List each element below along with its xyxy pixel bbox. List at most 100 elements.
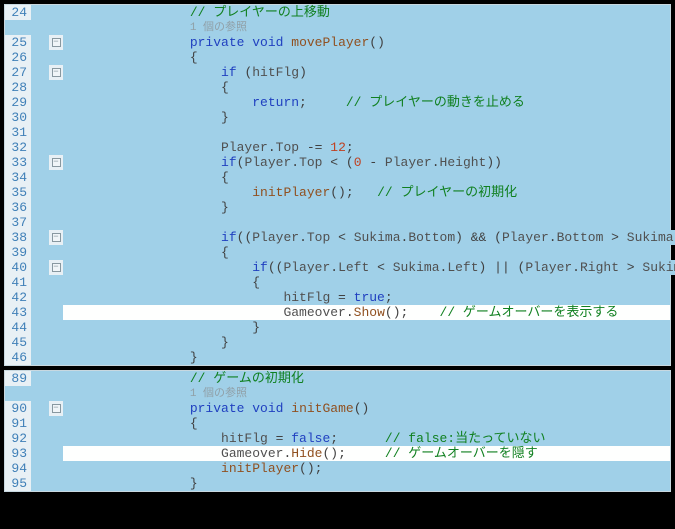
code-line[interactable]: 35 initPlayer(); // プレイヤーの初期化 <box>5 185 670 200</box>
code-line[interactable]: 44 } <box>5 320 670 335</box>
code-line[interactable]: 1 個の参照 <box>5 386 670 401</box>
fold-margin[interactable]: − <box>49 155 63 170</box>
code-content[interactable]: } <box>63 350 670 365</box>
code-line[interactable]: 94 initPlayer(); <box>5 461 670 476</box>
code-content[interactable]: // ゲームの初期化 <box>63 371 670 386</box>
code-content[interactable]: private void movePlayer() <box>63 35 670 50</box>
line-number: 95 <box>5 476 31 491</box>
code-line[interactable]: 91 { <box>5 416 670 431</box>
line-number: 31 <box>5 125 31 140</box>
code-line[interactable]: 41 { <box>5 275 670 290</box>
code-content[interactable]: { <box>63 275 670 290</box>
fold-collapse-icon[interactable]: − <box>52 404 61 413</box>
code-content[interactable]: if(Player.Top < (0 - Player.Height)) <box>63 155 670 170</box>
code-line[interactable]: 90− private void initGame() <box>5 401 670 416</box>
code-line[interactable]: 30 } <box>5 110 670 125</box>
token-plain <box>65 125 73 140</box>
code-content[interactable] <box>63 125 670 140</box>
code-line[interactable]: 31 <box>5 125 670 140</box>
code-editor-pane[interactable]: 89 // ゲームの初期化 1 個の参照90− private void ini… <box>4 370 671 492</box>
code-line[interactable]: 1 個の参照 <box>5 20 670 35</box>
code-line[interactable]: 95 } <box>5 476 670 491</box>
code-line[interactable]: 39 { <box>5 245 670 260</box>
token-plain <box>65 19 190 34</box>
code-line[interactable]: 29 return; // プレイヤーの動きを止める <box>5 95 670 110</box>
code-content[interactable]: hitFlg = false; // false:当たっていない <box>63 431 670 446</box>
code-line[interactable]: 40− if((Player.Left < Sukima.Left) || (P… <box>5 260 670 275</box>
code-line[interactable]: 92 hitFlg = false; // false:当たっていない <box>5 431 670 446</box>
code-line[interactable]: 28 { <box>5 80 670 95</box>
code-content[interactable]: hitFlg = true; <box>63 290 670 305</box>
code-content[interactable]: if((Player.Top < Sukima.Bottom) && (Play… <box>63 230 675 245</box>
code-content[interactable]: { <box>63 50 670 65</box>
token-kw: false <box>291 431 330 446</box>
code-content[interactable]: if (hitFlg) <box>63 65 670 80</box>
code-content[interactable]: initPlayer(); <box>63 461 670 476</box>
code-line[interactable]: 27− if (hitFlg) <box>5 65 670 80</box>
code-content[interactable]: } <box>63 335 670 350</box>
fold-margin[interactable]: − <box>49 65 63 80</box>
code-content[interactable]: Player.Top -= 12; <box>63 140 670 155</box>
code-content[interactable]: } <box>63 320 670 335</box>
fold-margin[interactable]: − <box>49 401 63 416</box>
fold-margin[interactable]: − <box>49 230 63 245</box>
token-id: Top <box>276 140 299 155</box>
code-line[interactable]: 89 // ゲームの初期化 <box>5 371 670 386</box>
code-content[interactable]: Gameover.Show(); // ゲームオーバーを表示する <box>63 305 670 320</box>
code-content[interactable]: // プレイヤーの上移動 <box>63 5 670 20</box>
token-plain <box>65 290 283 305</box>
code-content[interactable]: { <box>63 416 670 431</box>
code-line[interactable]: 43 Gameover.Show(); // ゲームオーバーを表示する <box>5 305 670 320</box>
line-number: 92 <box>5 431 31 446</box>
code-content[interactable]: { <box>63 80 670 95</box>
code-content[interactable]: } <box>63 200 670 215</box>
fold-collapse-icon[interactable]: − <box>52 68 61 77</box>
code-line[interactable]: 37 <box>5 215 670 230</box>
code-content[interactable]: 1 個の参照 <box>63 385 670 402</box>
fold-collapse-icon[interactable]: − <box>52 38 61 47</box>
code-line[interactable]: 32 Player.Top -= 12; <box>5 140 670 155</box>
code-line[interactable]: 45 } <box>5 335 670 350</box>
code-content[interactable]: } <box>63 476 670 491</box>
code-content[interactable] <box>63 215 670 230</box>
code-line[interactable]: 26 { <box>5 50 670 65</box>
code-line[interactable]: 25− private void movePlayer() <box>5 35 670 50</box>
code-content[interactable]: } <box>63 110 670 125</box>
code-line[interactable]: 46 } <box>5 350 670 365</box>
token-id: Sukima <box>354 230 401 245</box>
line-number: 37 <box>5 215 31 230</box>
code-content[interactable]: initPlayer(); // プレイヤーの初期化 <box>63 185 670 200</box>
code-content[interactable]: Gameover.Hide(); // ゲームオーバーを隠す <box>63 446 670 461</box>
code-content[interactable]: return; // プレイヤーの動きを止める <box>63 95 670 110</box>
code-line[interactable]: 34 { <box>5 170 670 185</box>
token-br: . <box>299 230 307 245</box>
fold-collapse-icon[interactable]: − <box>52 233 61 242</box>
code-line[interactable]: 42 hitFlg = true; <box>5 290 670 305</box>
code-line[interactable]: 24 // プレイヤーの上移動 <box>5 5 670 20</box>
token-br: (( <box>237 230 253 245</box>
code-content[interactable]: 1 個の参照 <box>63 19 670 36</box>
fold-collapse-icon[interactable]: − <box>52 263 61 272</box>
token-mtd: movePlayer <box>291 35 369 50</box>
code-line[interactable]: 38− if((Player.Top < Sukima.Bottom) && (… <box>5 230 670 245</box>
token-id: Player <box>221 140 268 155</box>
fold-margin[interactable]: − <box>49 35 63 50</box>
line-number: 33 <box>5 155 31 170</box>
code-content[interactable]: if((Player.Left < Sukima.Left) || (Playe… <box>63 260 675 275</box>
code-content[interactable]: { <box>63 245 670 260</box>
fold-collapse-icon[interactable]: − <box>52 158 61 167</box>
code-line[interactable]: 93 Gameover.Hide(); // ゲームオーバーを隠す <box>5 446 670 461</box>
token-num: 0 <box>354 155 362 170</box>
line-number: 40 <box>5 260 31 275</box>
code-content[interactable]: { <box>63 170 670 185</box>
fold-margin[interactable]: − <box>49 260 63 275</box>
line-number: 45 <box>5 335 31 350</box>
token-plain <box>65 185 252 200</box>
code-line[interactable]: 33 − if(Player.Top < (0 - Player.Height)) <box>5 155 670 170</box>
token-plain <box>65 305 283 320</box>
code-editor-pane[interactable]: 24 // プレイヤーの上移動 1 個の参照25− private void m… <box>4 4 671 366</box>
code-line[interactable]: 36 } <box>5 200 670 215</box>
token-id: hitFlg <box>221 431 268 446</box>
code-content[interactable]: private void initGame() <box>63 401 670 416</box>
token-kw: private void <box>190 401 284 416</box>
